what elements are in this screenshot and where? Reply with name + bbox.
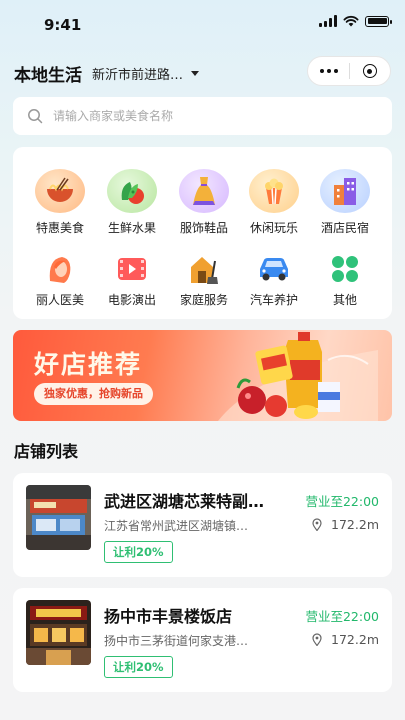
category-car-care[interactable]: 汽车养护 [239,252,309,308]
category-food[interactable]: 特惠美食 [25,169,95,236]
category-label: 其他 [332,293,357,307]
promo-banner[interactable]: 好店推荐 独家优惠，抢购新品 [13,330,392,421]
location-selector[interactable]: 新沂市前进路… [92,64,200,83]
header: 本地生活 新沂市前进路… [0,56,405,88]
shop-hours: 营业至22:00 [305,609,379,624]
category-fresh[interactable]: 生鲜水果 [97,169,167,236]
shop-photo [26,600,91,665]
car-icon [256,252,292,286]
vegetables-icon [107,169,157,213]
shop-photo [26,485,91,550]
category-apparel[interactable]: 服饰鞋品 [169,169,239,236]
film-icon [114,252,150,286]
capsule-close-button[interactable] [350,64,390,78]
banner-subtitle: 独家优惠，抢购新品 [34,383,153,405]
location-label: 新沂市前进路… [92,68,184,83]
clover-icon [327,252,363,286]
location-pin-icon [312,633,322,646]
search-icon [28,109,43,124]
woman-icon [42,252,78,286]
shop-list-title: 店铺列表 [14,442,79,461]
category-home-services[interactable]: 家庭服务 [169,252,239,308]
location-pin-icon [312,518,322,531]
popcorn-icon [249,169,299,213]
home-broom-icon [186,252,222,286]
building-icon [320,169,370,213]
signal-icon [319,15,337,27]
groceries-illustration [218,332,378,421]
status-time: 9:41 [44,16,82,34]
page-title: 本地生活 [14,66,82,86]
discount-badge: 让利20% [104,656,173,678]
shop-address: 扬中市三茅街道何家支港… [104,634,249,648]
banner-title: 好店推荐 [34,350,143,379]
status-icons [319,15,392,27]
distance-value: 172.2m [331,632,379,647]
category-grid: 特惠美食 生鲜水果 服饰鞋品 休闲玩乐 酒店民宿 丽人医美 电影演出 家庭服务 … [13,147,392,319]
chevron-down-icon [191,71,200,76]
category-beauty[interactable]: 丽人医美 [25,252,95,308]
shop-hours: 营业至22:00 [305,494,379,509]
category-label: 家庭服务 [179,293,228,307]
shop-card[interactable]: 武进区湖塘芯莱特副… 营业至22:00 江苏省常州武进区湖塘镇… 172.2m … [13,473,392,577]
shop-name: 武进区湖塘芯莱特副… [104,492,265,511]
category-label: 生鲜水果 [107,221,156,235]
shop-address: 江苏省常州武进区湖塘镇… [104,519,249,533]
search-input[interactable] [51,108,375,124]
more-dots-icon[interactable] [308,69,349,73]
shop-distance: 172.2m [312,517,379,532]
category-label: 特惠美食 [35,221,84,235]
category-movies[interactable]: 电影演出 [97,252,167,308]
status-bar: 9:41 [0,0,405,44]
shop-card[interactable]: 扬中市丰景楼饭店 营业至22:00 扬中市三茅街道何家支港… 172.2m 让利… [13,588,392,692]
category-hotel[interactable]: 酒店民宿 [310,169,380,236]
category-other[interactable]: 其他 [310,252,380,308]
category-label: 服饰鞋品 [179,221,228,235]
category-label: 酒店民宿 [320,221,369,235]
battery-icon [365,15,392,27]
wifi-icon [343,15,359,27]
target-icon [362,64,377,78]
discount-badge: 让利20% [104,541,173,563]
category-label: 丽人医美 [35,293,84,307]
shop-distance: 172.2m [312,632,379,647]
noodle-bowl-icon [35,169,85,213]
category-label: 电影演出 [107,293,156,307]
category-leisure[interactable]: 休闲玩乐 [239,169,309,236]
distance-value: 172.2m [331,517,379,532]
category-label: 休闲玩乐 [249,221,298,235]
mini-program-capsule [307,56,391,86]
category-label: 汽车养护 [249,293,298,307]
dress-icon [179,169,229,213]
shop-name: 扬中市丰景楼饭店 [104,607,233,626]
search-bar[interactable] [13,97,392,135]
